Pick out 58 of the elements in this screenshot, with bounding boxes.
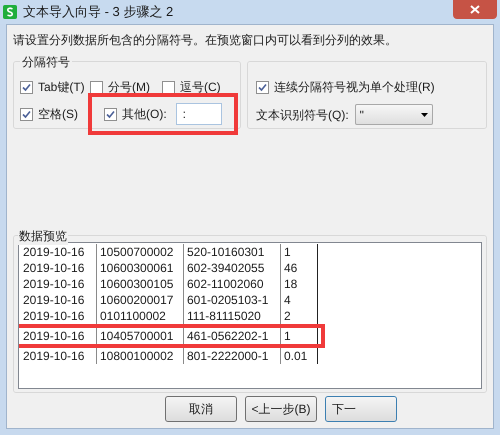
checkbox[interactable] [90, 80, 103, 94]
table-cell: 1 [281, 328, 318, 344]
table-cell: 801-2222000-1 [184, 348, 281, 364]
table-cell: 10500700002 [97, 244, 184, 260]
checkmark-icon [106, 110, 115, 118]
checkbox[interactable] [256, 80, 269, 94]
window-title: 文本导入向导 - 3 步骤之 2 [23, 3, 174, 22]
checkbox-label: Tab键(T) [38, 79, 85, 96]
table-cell: 2019-10-16 [20, 308, 97, 324]
group-title: 分隔符号 [20, 53, 72, 71]
table-cell: 2019-10-16 [20, 260, 97, 276]
checkbox-label: 空格(S) [38, 106, 78, 123]
dropdown-caret-icon [420, 112, 428, 116]
table-cell: 0.01 [281, 348, 318, 364]
wizard-button[interactable]: 取消 [165, 396, 237, 422]
close-button[interactable] [453, 0, 497, 19]
checkbox-label: 连续分隔符号视为单个处理(R) [274, 79, 435, 96]
checkbox-label: 逗号(C) [180, 79, 221, 96]
table-cell: 10405700001 [97, 328, 184, 344]
table-cell: 2019-10-16 [20, 292, 97, 308]
table-cell: 46 [281, 260, 318, 276]
checkmark-icon [22, 82, 31, 92]
wizard-button[interactable]: <上一步(B) [245, 396, 317, 422]
other-delimiter-field[interactable]: : [176, 103, 222, 125]
table-cell: 2019-10-16 [20, 328, 97, 344]
table-cell: 520-10160301 [184, 244, 281, 260]
table-cell: 10600300105 [97, 276, 184, 292]
table-cell: 1 [281, 244, 318, 260]
table-cell: 461-0562202-1 [184, 328, 281, 344]
field-label: 文本识别符号(Q): [256, 106, 349, 124]
table-cell: 0101100002 [97, 308, 184, 324]
checkbox[interactable] [20, 80, 33, 94]
table-cell: 2019-10-16 [20, 244, 97, 260]
wizard-button[interactable]: 下一 [325, 396, 397, 422]
table-cell: 2 [281, 308, 318, 324]
table-cell: 602-39402055 [184, 260, 281, 276]
checkbox-label: 分号(M) [108, 79, 150, 96]
table-cell: 10800100002 [97, 348, 184, 364]
table-cell: 111-81115020 [184, 308, 281, 324]
table-cell: 2019-10-16 [20, 276, 97, 292]
checkmark-icon [258, 82, 267, 92]
table-cell: 10600300061 [97, 260, 184, 276]
table-cell: 601-0205103-1 [184, 292, 281, 308]
table-cell: 10600200017 [97, 292, 184, 308]
table-cell: 2019-10-16 [20, 348, 97, 364]
instruction-text: 请设置分列数据所包含的分隔符号。在预览窗口内可以看到分列的效果。 [13, 32, 398, 49]
close-icon [470, 5, 480, 14]
checkbox-label: 其他(O): [122, 106, 167, 123]
table-cell: 602-11002060 [184, 276, 281, 292]
text-qualifier-dropdown[interactable]: " [354, 104, 433, 125]
checkbox[interactable] [104, 108, 117, 120]
checkbox[interactable] [162, 80, 175, 94]
spreadsheet-app-icon [3, 5, 17, 19]
checkbox[interactable] [20, 108, 33, 120]
group-title: 数据预览 [18, 227, 68, 245]
checkmark-icon [22, 110, 31, 118]
table-cell: 18 [281, 276, 318, 292]
table-cell: 4 [281, 292, 318, 308]
